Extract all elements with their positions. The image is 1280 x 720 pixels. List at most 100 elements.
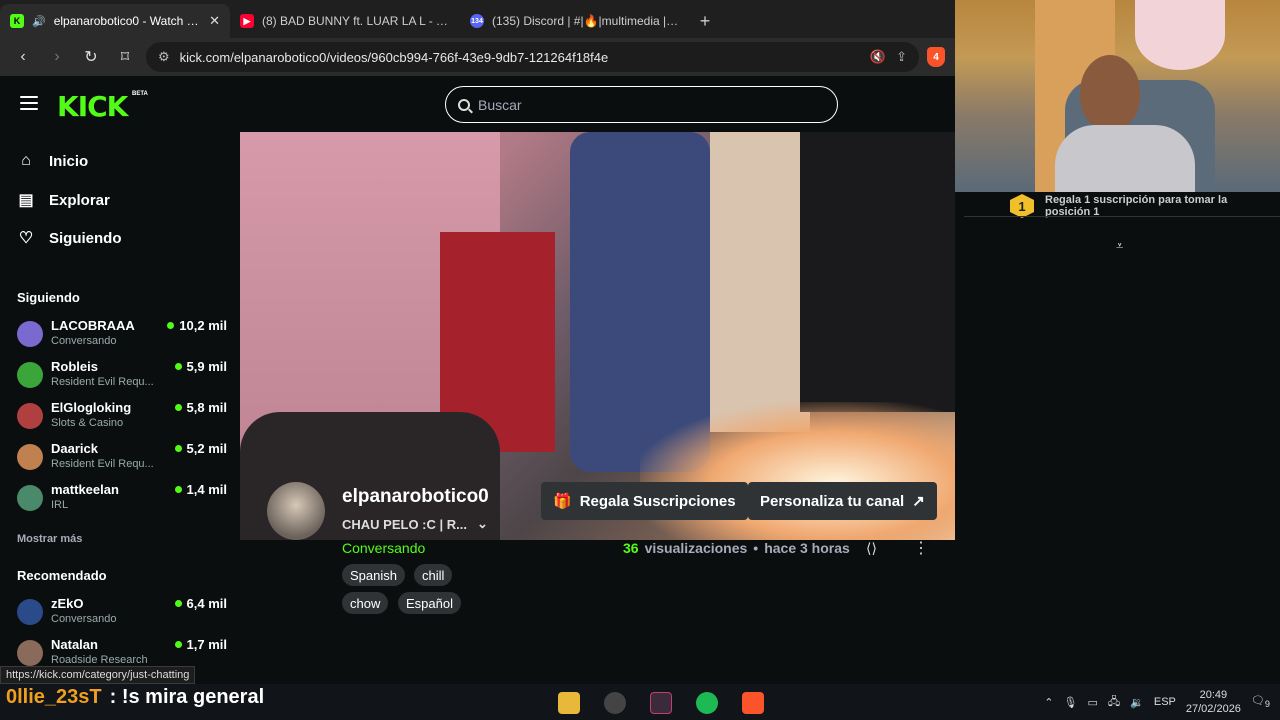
avatar bbox=[17, 444, 43, 470]
tag-espanol[interactable]: Español bbox=[398, 592, 461, 614]
nav-explorar[interactable]: ▤ Explorar bbox=[17, 190, 110, 210]
channel-category: Roadside Research bbox=[51, 654, 148, 666]
tab-youtube[interactable]: ▶ (8) BAD BUNNY ft. LUAR LA L - TELEF bbox=[230, 4, 460, 38]
notifications-badge: 9 bbox=[1264, 699, 1270, 710]
live-dot-icon bbox=[174, 641, 182, 648]
tag-spanish[interactable]: Spanish bbox=[342, 564, 405, 586]
tab-kick[interactable]: K 🔊 elpanarobotico0 - Watch the ✕ bbox=[0, 4, 230, 38]
sidebar: ⌂ Inicio ▤ Explorar ♡ Siguiendo Siguiend… bbox=[0, 132, 240, 684]
youtube-favicon-icon: ▶ bbox=[240, 14, 254, 28]
tag-chow[interactable]: chow bbox=[342, 592, 389, 614]
language-indicator[interactable]: ESP bbox=[1154, 696, 1176, 708]
share-page-icon[interactable]: ⇪ bbox=[896, 49, 907, 65]
webcam-feed bbox=[955, 0, 1280, 192]
clock-time: 20:49 bbox=[1199, 689, 1228, 701]
customize-label: Personaliza tu canal bbox=[760, 492, 905, 510]
chevron-down-icon[interactable]: ⌄ bbox=[477, 516, 488, 532]
following-channel[interactable]: Robleis Resident Evil Requ... 5,9 mil bbox=[17, 359, 227, 395]
speaker-icon[interactable]: 🔊 bbox=[32, 15, 46, 28]
channel-name: ElGlogloking bbox=[51, 400, 132, 415]
brave-shields-icon[interactable]: 4 bbox=[927, 47, 945, 67]
following-channel[interactable]: ElGlogloking Slots & Casino 5,8 mil bbox=[17, 400, 227, 436]
volume-icon[interactable]: 🔉 bbox=[1130, 696, 1144, 709]
following-title: Siguiendo bbox=[17, 290, 80, 305]
avatar bbox=[17, 362, 43, 388]
channel-category: Resident Evil Requ... bbox=[51, 376, 154, 388]
following-channel[interactable]: mattkeelan IRL 1,4 mil bbox=[17, 482, 227, 518]
viewer-count-text: 5,9 mil bbox=[186, 359, 227, 374]
obs-icon[interactable] bbox=[604, 692, 626, 714]
new-tab-button[interactable]: + bbox=[690, 4, 720, 38]
video-frame-dark bbox=[800, 132, 955, 412]
channel-avatar[interactable] bbox=[267, 482, 325, 540]
tab-discord[interactable]: 134 (135) Discord | #|🔥|multimedia | RO bbox=[460, 4, 690, 38]
search-icon bbox=[458, 98, 470, 111]
channel-name: Daarick bbox=[51, 441, 98, 456]
avatar bbox=[17, 485, 43, 511]
nav-siguiendo[interactable]: ♡ Siguiendo bbox=[17, 228, 122, 248]
kick-favicon-icon: K bbox=[10, 14, 24, 28]
close-tab-icon[interactable]: ✕ bbox=[209, 13, 220, 29]
viewer-count: 5,2 mil bbox=[174, 441, 227, 456]
gift-subs-label: Regala Suscripciones bbox=[579, 492, 736, 510]
search-input[interactable] bbox=[478, 96, 825, 113]
following-channel[interactable]: LACOBRAAA Conversando 10,2 mil bbox=[17, 318, 227, 354]
usb-icon[interactable]: ▭ bbox=[1087, 696, 1097, 709]
chevron-up-icon[interactable]: ⌃ bbox=[1044, 696, 1053, 709]
forward-button[interactable]: › bbox=[44, 44, 70, 70]
share-icon[interactable]: ⟨⟩ bbox=[866, 540, 877, 557]
channel-category: Conversando bbox=[51, 335, 117, 347]
channel-name: Robleis bbox=[51, 359, 98, 374]
tag-chill[interactable]: chill bbox=[414, 564, 453, 586]
viewer-count-text: 5,8 mil bbox=[186, 400, 227, 415]
viewer-count: 10,2 mil bbox=[167, 318, 227, 333]
recommended-channel[interactable]: zEkO Conversando 6,4 mil bbox=[17, 596, 227, 632]
site-settings-icon[interactable]: ⚙ bbox=[158, 49, 170, 65]
customize-channel-button[interactable]: Personaliza tu canal ↗ bbox=[748, 482, 937, 520]
bookmark-icon[interactable]: ⌑ bbox=[112, 44, 138, 70]
live-dot-icon bbox=[174, 600, 182, 607]
beta-label: BETA bbox=[132, 91, 148, 97]
separator-dot: • bbox=[753, 540, 759, 556]
video-player[interactable] bbox=[240, 132, 955, 540]
viewer-count-text: 1,4 mil bbox=[186, 482, 227, 497]
menu-icon[interactable] bbox=[20, 96, 38, 110]
gift-subs-button[interactable]: 🎁 Regala Suscripciones bbox=[541, 482, 748, 520]
brave-taskbar-icon[interactable] bbox=[742, 692, 764, 714]
channel-name[interactable]: elpanarobotico0 bbox=[342, 486, 489, 508]
status-url-tooltip: https://kick.com/category/just-chatting bbox=[0, 666, 196, 684]
following-channel[interactable]: Daarick Resident Evil Requ... 5,2 mil bbox=[17, 441, 227, 477]
scroll-down-icon: ⩡ bbox=[1116, 238, 1124, 253]
back-button[interactable]: ‹ bbox=[10, 44, 36, 70]
search-box[interactable] bbox=[445, 86, 838, 123]
tab-bar: K 🔊 elpanarobotico0 - Watch the ✕ ▶ (8) … bbox=[0, 0, 955, 38]
address-bar-row: ‹ › ↻ ⌑ ⚙ kick.com/elpanarobotico0/video… bbox=[0, 38, 955, 76]
file-explorer-icon[interactable] bbox=[558, 692, 580, 714]
chat-message: : !s mira general bbox=[109, 686, 265, 708]
more-options-icon[interactable]: ⋮ bbox=[913, 538, 929, 558]
microphone-icon[interactable]: 🎙 bbox=[1064, 696, 1078, 709]
spotify-icon[interactable] bbox=[696, 692, 718, 714]
app-icon[interactable] bbox=[650, 692, 672, 714]
notifications-icon[interactable]: 🗨9 bbox=[1251, 694, 1270, 709]
viewer-count-text: 10,2 mil bbox=[179, 318, 227, 333]
webcam-light bbox=[1135, 0, 1225, 70]
video-frame-door bbox=[710, 132, 810, 432]
kick-logo[interactable]: KICK bbox=[57, 90, 128, 123]
show-more-link[interactable]: Mostrar más bbox=[17, 533, 82, 545]
nav-inicio[interactable]: ⌂ Inicio bbox=[17, 152, 88, 170]
viewer-count: 5,9 mil bbox=[174, 359, 227, 374]
channel-name: zEkO bbox=[51, 596, 84, 611]
sub-goal-text: Regala 1 suscripción para tomar la posic… bbox=[1045, 194, 1228, 218]
network-icon[interactable]: 🖧 bbox=[1108, 693, 1120, 712]
explore-icon: ▤ bbox=[18, 192, 34, 209]
nav-label: Explorar bbox=[49, 191, 110, 209]
viewer-count: 5,8 mil bbox=[174, 400, 227, 415]
url-field[interactable]: ⚙ kick.com/elpanarobotico0/videos/960cb9… bbox=[146, 42, 919, 72]
stream-title[interactable]: CHAU PELO :C | R... ⌄ bbox=[342, 516, 488, 532]
stream-category[interactable]: Conversando bbox=[342, 540, 425, 556]
clock[interactable]: 20:49 27/02/2026 bbox=[1186, 688, 1241, 716]
avatar bbox=[17, 321, 43, 347]
reload-button[interactable]: ↻ bbox=[78, 44, 104, 70]
mute-icon[interactable]: 🔇 bbox=[870, 49, 886, 65]
